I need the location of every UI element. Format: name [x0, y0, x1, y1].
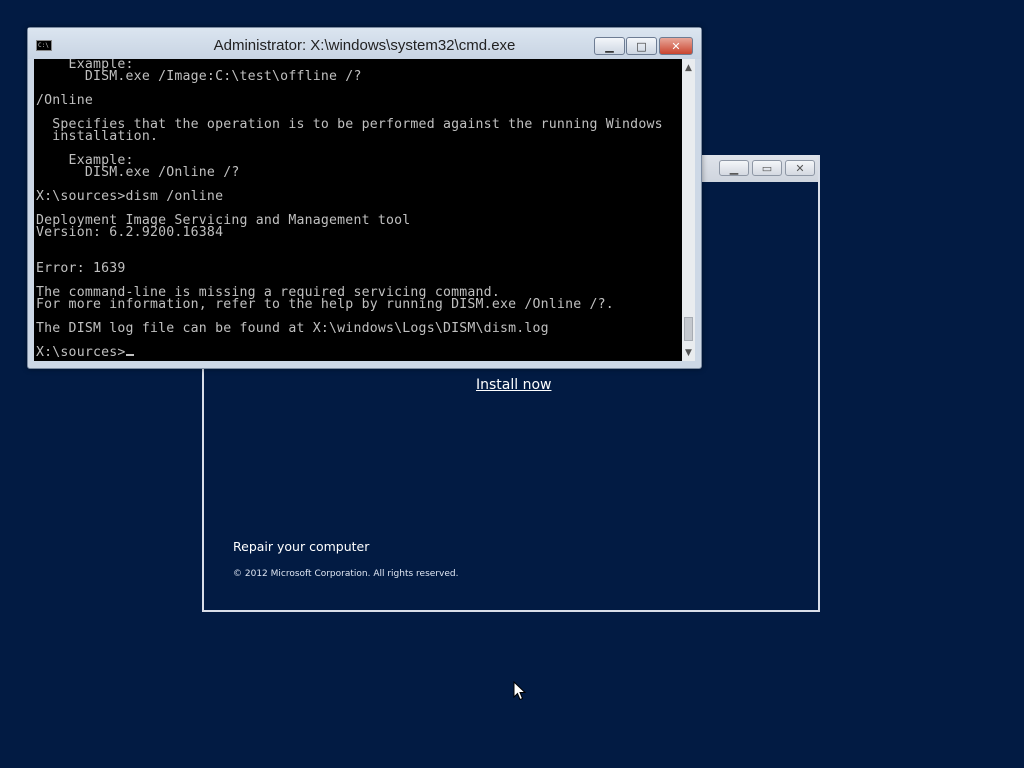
console-line: DISM.exe /Online /? — [36, 165, 240, 180]
cmd-close-button[interactable]: ✕ — [659, 37, 693, 55]
console-line: DISM.exe /Image:C:\test\offline /? — [36, 69, 362, 84]
desktop: ▁ ▭ ✕ Install now Repair your computer ©… — [0, 0, 1024, 768]
cmd-minimize-button[interactable]: ▁ — [594, 37, 625, 55]
console-line: /Online — [36, 93, 93, 108]
minimize-icon: ▁ — [729, 161, 739, 175]
cmd-maximize-button[interactable]: □ — [626, 37, 657, 55]
console-output[interactable]: Example: DISM.exe /Image:C:\test\offline… — [34, 59, 682, 361]
install-now-label: Install now — [476, 377, 552, 393]
text-cursor — [125, 354, 134, 356]
repair-label: Repair your computer — [233, 539, 370, 554]
setup-restore-button[interactable]: ▭ — [752, 160, 782, 176]
console-prompt: X:\sources> — [36, 345, 126, 360]
copyright-text: © 2012 Microsoft Corporation. All rights… — [233, 569, 459, 579]
console-line: The DISM log file can be found at X:\win… — [36, 321, 549, 336]
console-line: Version: 6.2.9200.16384 — [36, 225, 224, 240]
maximize-icon: □ — [636, 39, 647, 53]
console-text: Example: DISM.exe /Image:C:\test\offline… — [34, 59, 682, 359]
console-line: installation. — [36, 129, 159, 144]
scroll-down-arrow-icon[interactable]: ▼ — [682, 346, 695, 359]
console-line: For more information, refer to the help … — [36, 297, 614, 312]
console-line: Error: 1639 — [36, 261, 126, 276]
setup-window-controls: ▁ ▭ ✕ — [719, 160, 815, 176]
setup-close-button[interactable]: ✕ — [785, 160, 815, 176]
cmd-window[interactable]: C:\ Administrator: X:\windows\system32\c… — [27, 27, 702, 369]
cmd-titlebar[interactable]: C:\ Administrator: X:\windows\system32\c… — [28, 28, 701, 59]
minimize-icon: ▁ — [605, 39, 614, 53]
console-scrollbar[interactable]: ▲ ▼ — [682, 59, 695, 361]
mouse-pointer-icon — [513, 681, 527, 701]
repair-your-computer-link[interactable]: Repair your computer — [233, 539, 369, 554]
console-line: X:\sources>dism /online — [36, 189, 224, 204]
setup-minimize-button[interactable]: ▁ — [719, 160, 749, 176]
scroll-up-arrow-icon[interactable]: ▲ — [682, 61, 695, 74]
scroll-thumb[interactable] — [684, 317, 693, 341]
install-now-button[interactable]: Install now — [476, 377, 551, 393]
close-icon: ✕ — [671, 39, 681, 53]
restore-icon: ▭ — [761, 161, 773, 175]
close-icon: ✕ — [795, 161, 805, 175]
